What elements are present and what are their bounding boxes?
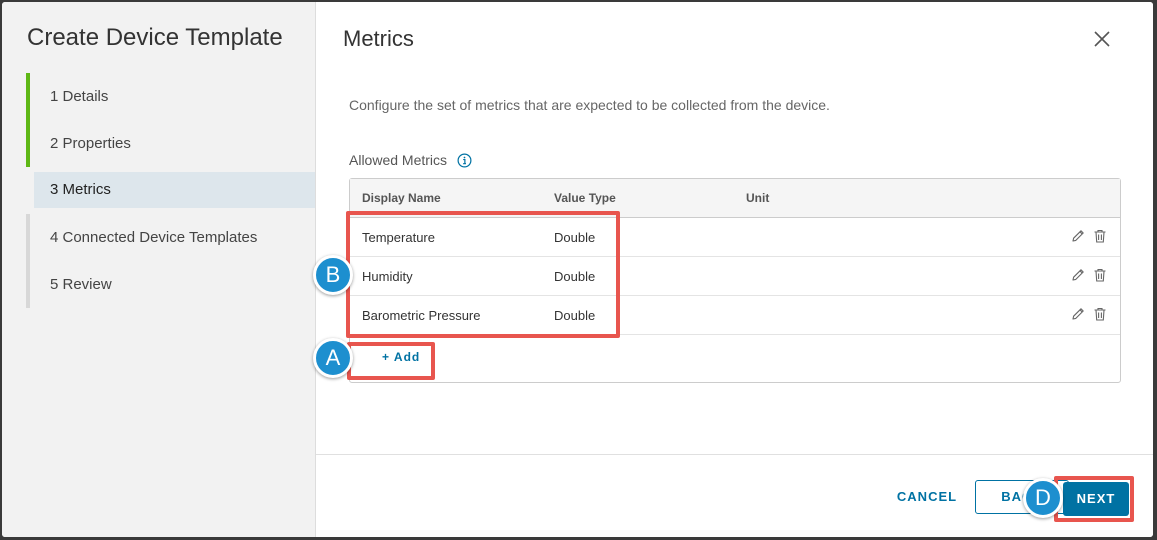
edit-icon[interactable] bbox=[1070, 228, 1086, 244]
row-actions bbox=[1070, 306, 1108, 322]
footer-divider bbox=[316, 454, 1153, 455]
metric-value-type: Double bbox=[554, 269, 596, 284]
metric-value-type: Double bbox=[554, 308, 596, 323]
step-metrics[interactable]: 3 Metrics bbox=[34, 172, 315, 208]
trash-icon[interactable] bbox=[1092, 306, 1108, 322]
table-row: Temperature Double bbox=[350, 218, 1120, 257]
edit-icon[interactable] bbox=[1070, 306, 1086, 322]
step-connected-device-templates[interactable]: 4 Connected Device Templates bbox=[26, 214, 315, 261]
step-details[interactable]: 1 Details bbox=[26, 73, 315, 120]
allowed-metrics-heading: Allowed Metrics bbox=[349, 152, 472, 171]
trash-icon[interactable] bbox=[1092, 267, 1108, 283]
trash-icon[interactable] bbox=[1092, 228, 1108, 244]
allowed-metrics-label: Allowed Metrics bbox=[349, 152, 448, 168]
step-properties[interactable]: 2 Properties bbox=[26, 120, 315, 167]
column-header-value-type[interactable]: Value Type bbox=[554, 191, 616, 205]
add-row: + Add bbox=[350, 335, 1120, 383]
content-panel: Metrics Configure the set of metrics tha… bbox=[316, 2, 1153, 537]
edit-icon[interactable] bbox=[1070, 267, 1086, 283]
table-row: Barometric Pressure Double bbox=[350, 296, 1120, 335]
create-device-template-wizard: Create Device Template 1 Details 2 Prope… bbox=[2, 2, 1153, 537]
add-metric-button[interactable]: + Add bbox=[362, 345, 441, 369]
metric-name: Humidity bbox=[362, 269, 413, 284]
column-header-unit[interactable]: Unit bbox=[746, 191, 769, 205]
grid-header: Display Name Value Type Unit bbox=[350, 179, 1120, 218]
callout-d: D bbox=[1023, 478, 1063, 518]
step-review[interactable]: 5 Review bbox=[26, 261, 315, 308]
metric-name: Temperature bbox=[362, 230, 435, 245]
metric-value-type: Double bbox=[554, 230, 596, 245]
close-icon[interactable] bbox=[1090, 27, 1114, 51]
row-actions bbox=[1070, 228, 1108, 244]
page-description: Configure the set of metrics that are ex… bbox=[349, 97, 830, 113]
column-header-display-name[interactable]: Display Name bbox=[362, 191, 441, 205]
callout-b: B bbox=[313, 255, 353, 295]
table-row: Humidity Double bbox=[350, 257, 1120, 296]
next-button[interactable]: NEXT bbox=[1063, 482, 1129, 516]
info-icon[interactable] bbox=[457, 153, 472, 171]
cancel-button[interactable]: CANCEL bbox=[884, 480, 970, 514]
step-list: 1 Details 2 Properties 3 Metrics 4 Conne… bbox=[26, 73, 315, 308]
page-title: Metrics bbox=[343, 26, 414, 51]
metrics-grid: Display Name Value Type Unit Temperature… bbox=[349, 178, 1121, 383]
metric-name: Barometric Pressure bbox=[362, 308, 481, 323]
steps-panel: Create Device Template 1 Details 2 Prope… bbox=[2, 2, 316, 537]
wizard-title: Create Device Template bbox=[27, 24, 283, 51]
callout-a: A bbox=[313, 338, 353, 378]
row-actions bbox=[1070, 267, 1108, 283]
